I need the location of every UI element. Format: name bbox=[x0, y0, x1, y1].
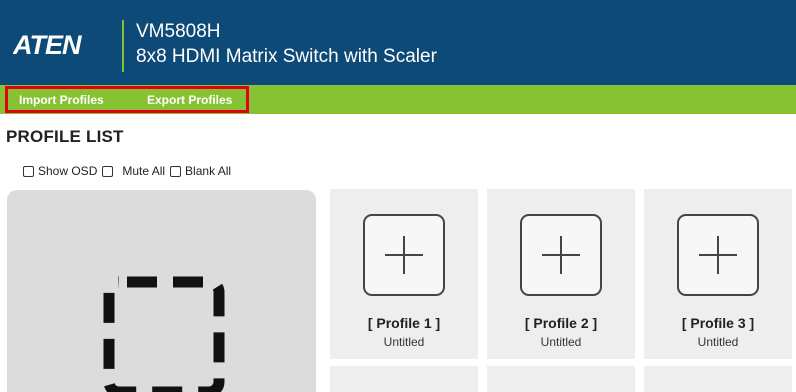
show-osd-option[interactable]: Show OSD bbox=[23, 164, 97, 178]
profile-description: Untitled bbox=[540, 335, 582, 349]
profile-card-5[interactable] bbox=[487, 366, 635, 392]
mute-all-option[interactable]: Mute All bbox=[102, 164, 165, 178]
show-osd-checkbox[interactable] bbox=[23, 165, 34, 177]
profile-description: Untitled bbox=[697, 335, 739, 349]
export-profiles-link[interactable]: Export Profiles bbox=[147, 92, 232, 108]
profile-name: [ Profile 2 ] bbox=[524, 315, 598, 331]
show-osd-label: Show OSD bbox=[38, 164, 98, 178]
dashed-selection-icon bbox=[103, 276, 225, 392]
aten-logo: ATEN bbox=[13, 31, 101, 57]
mute-all-checkbox[interactable] bbox=[102, 165, 114, 177]
profile-name: [ Profile 3 ] bbox=[681, 315, 755, 331]
profile-card-1[interactable]: [ Profile 1 ] Untitled bbox=[330, 189, 478, 359]
page-title: PROFILE LIST bbox=[6, 127, 124, 146]
blank-all-option[interactable]: Blank All bbox=[170, 164, 231, 178]
add-profile-icon[interactable] bbox=[520, 214, 602, 296]
add-profile-icon[interactable] bbox=[677, 214, 759, 296]
header-divider bbox=[122, 20, 124, 72]
import-profiles-link[interactable]: Import Profiles bbox=[19, 92, 104, 108]
app-header: ATEN VM5808H 8x8 HDMI Matrix Switch with… bbox=[0, 0, 796, 85]
product-subtitle: 8x8 HDMI Matrix Switch with Scaler bbox=[136, 46, 437, 67]
profile-card-2[interactable]: [ Profile 2 ] Untitled bbox=[487, 189, 635, 359]
blank-all-checkbox[interactable] bbox=[170, 165, 182, 177]
profile-card-6[interactable] bbox=[644, 366, 792, 392]
profile-card-4[interactable] bbox=[330, 366, 478, 392]
options-row: Show OSD Mute All Blank All bbox=[23, 164, 236, 178]
profile-description: Untitled bbox=[383, 335, 425, 349]
layout-preview-panel[interactable] bbox=[7, 190, 316, 392]
add-profile-icon[interactable] bbox=[363, 214, 445, 296]
model-name: VM5808H bbox=[136, 21, 221, 42]
svg-text:ATEN: ATEN bbox=[13, 31, 82, 57]
mute-all-label: Mute All bbox=[122, 164, 166, 178]
profile-name: [ Profile 1 ] bbox=[367, 315, 441, 331]
blank-all-label: Blank All bbox=[185, 164, 232, 178]
profile-card-3[interactable]: [ Profile 3 ] Untitled bbox=[644, 189, 792, 359]
